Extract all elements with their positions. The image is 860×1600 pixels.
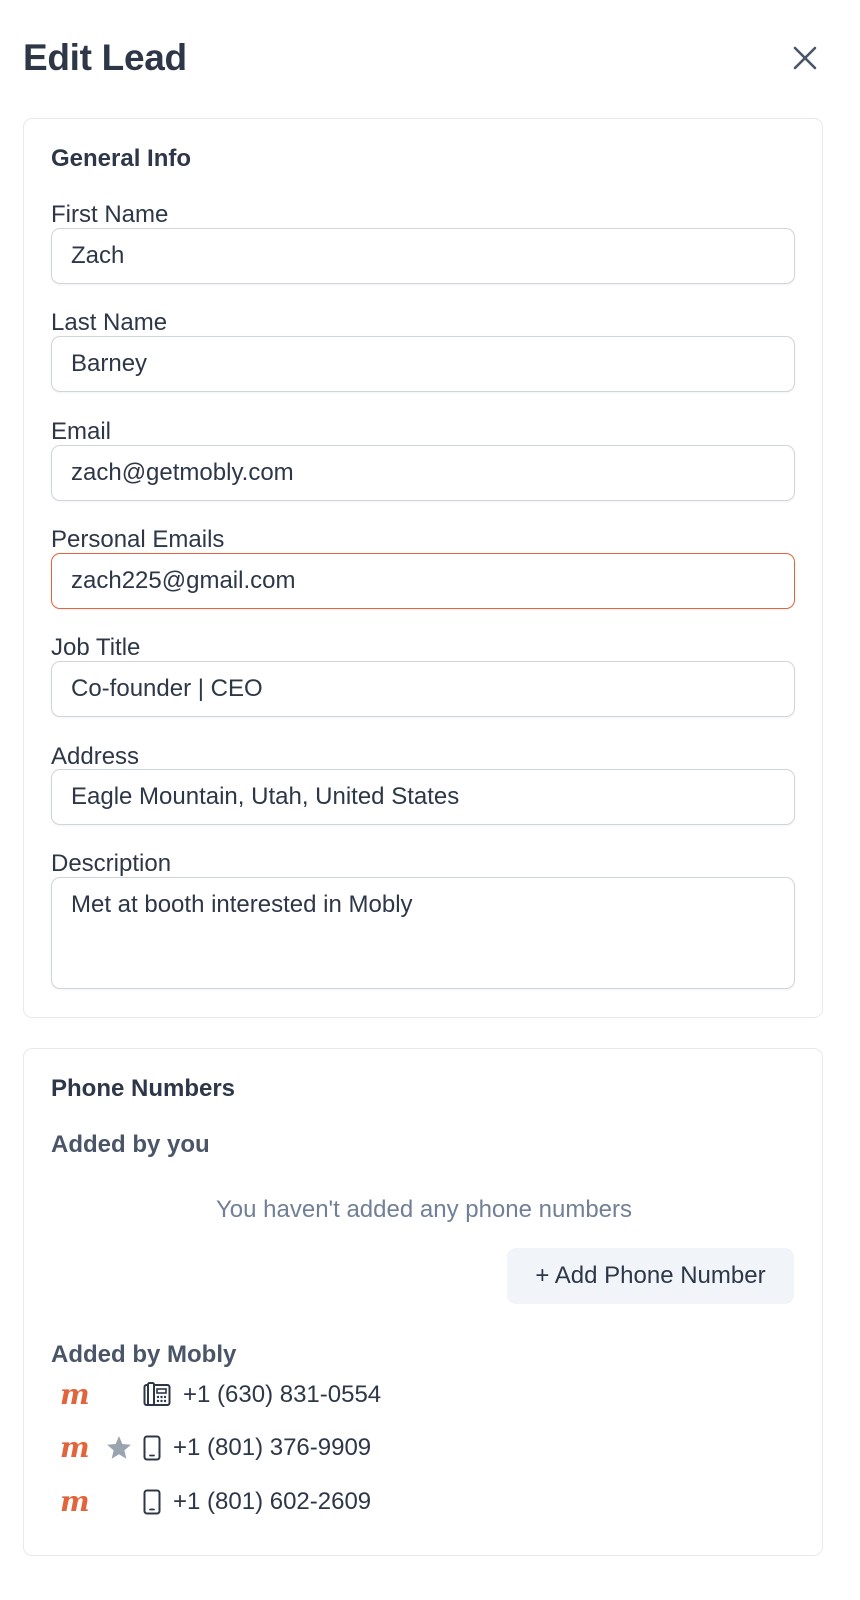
list-item[interactable]: m +1 (801) 602-2609 xyxy=(60,1484,371,1520)
mobly-logo-icon: m xyxy=(60,1485,90,1518)
added-by-you-heading: Added by you xyxy=(51,1131,210,1158)
mobly-logo-icon: m xyxy=(60,1378,90,1411)
job-title-field[interactable] xyxy=(51,661,795,717)
empty-phones-message: You haven't added any phone numbers xyxy=(215,1196,633,1223)
description-label: Description xyxy=(51,850,172,877)
last-name-field[interactable] xyxy=(51,336,795,392)
address-label: Address xyxy=(51,743,140,770)
personal-emails-label: Personal Emails xyxy=(51,526,225,553)
added-by-mobly-heading: Added by Mobly xyxy=(51,1341,237,1368)
address-field[interactable] xyxy=(51,769,795,825)
personal-emails-field[interactable] xyxy=(51,553,795,609)
email-field[interactable] xyxy=(51,445,795,501)
mobly-logo-icon: m xyxy=(60,1431,90,1464)
close-button[interactable] xyxy=(787,40,823,76)
mobile-phone-icon xyxy=(142,1430,162,1466)
page-title: Edit Lead xyxy=(23,37,187,78)
general-info-card: General Info First Name Last Name Email … xyxy=(23,118,823,1018)
phone-number: +1 (801) 602-2609 xyxy=(173,1488,372,1515)
star-icon[interactable] xyxy=(96,1430,142,1466)
phone-numbers-card: Phone Numbers Added by you You haven't a… xyxy=(23,1048,823,1556)
close-icon xyxy=(793,46,817,70)
list-item[interactable]: m +1 (801) 376-9909 xyxy=(60,1430,371,1466)
dialog-header: Edit Lead xyxy=(23,36,837,80)
star-placeholder xyxy=(96,1377,142,1413)
star-placeholder xyxy=(96,1484,142,1520)
list-item[interactable]: m +1 (630) 831-0554 xyxy=(60,1377,381,1413)
first-name-field[interactable] xyxy=(51,228,795,284)
add-phone-number-button[interactable]: + Add Phone Number xyxy=(507,1248,794,1304)
job-title-label: Job Title xyxy=(51,634,141,661)
general-info-title: General Info xyxy=(51,145,192,172)
phone-number: +1 (630) 831-0554 xyxy=(183,1381,382,1408)
first-name-label: First Name xyxy=(51,201,169,228)
description-field[interactable]: Met at booth interested in Mobly xyxy=(51,877,795,989)
last-name-label: Last Name xyxy=(51,309,168,336)
email-label: Email xyxy=(51,418,112,445)
mobile-phone-icon xyxy=(142,1484,162,1520)
office-phone-icon xyxy=(142,1377,172,1413)
phone-numbers-title: Phone Numbers xyxy=(51,1075,236,1102)
phone-number: +1 (801) 376-9909 xyxy=(173,1434,372,1461)
